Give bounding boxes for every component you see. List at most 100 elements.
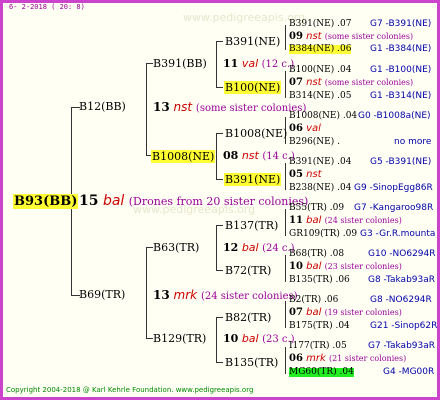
g2-queen-label[interactable]: B1008(NE) [151,150,216,163]
watermark: www.pedigreeapis.org [183,11,306,24]
g4-note: (some sister colonies) [324,78,414,87]
g4-breeder: nst [306,31,322,42]
g4-info: 10 bal (23 sister colonies) [289,262,402,272]
root-queen-info: 15 bal (Drones from 20 sister colonies) [79,194,308,208]
g3-queen-label[interactable]: B391(NE) [225,36,280,47]
g4-top-queen[interactable]: I177(TR) .05 [289,342,347,351]
connector-line [216,133,217,179]
connector-line [216,41,223,42]
g4-bottom-origin: G21 -Sinop62R [370,321,438,331]
g3-queen-label[interactable]: B391(NE) [224,173,282,186]
g4-top-origin: G7 -Takab93aR [368,341,436,351]
connector-line [285,347,286,374]
g4-info: 11 bal (24 sister colonies) [289,216,402,226]
g4-top-origin: G1 -B100(NE) [370,65,432,75]
g2-year: 12 [223,241,239,254]
connector-line [285,25,286,50]
g4-top-origin: G0 -B1008a(NE) [358,111,431,121]
g4-year: 07 [289,77,303,88]
g2-info: 10 bal (23 c.) [223,333,295,345]
connector-line [146,63,153,64]
g2-info: 12 bal (24 c.) [223,242,295,254]
connector-line [216,41,217,87]
g1-breeder: mrk [173,288,198,302]
connector-line [146,338,153,339]
g1-queen-label[interactable]: B12(BB) [79,101,126,112]
g3-queen-label[interactable]: B82(TR) [225,312,271,323]
g4-bottom-queen[interactable]: GR109(TR) .09 [289,230,357,239]
g1-year: 13 [153,288,170,302]
g1-note: (24 sister colonies) [200,291,298,302]
g4-bottom-queen[interactable]: B238(NE) .04 [289,184,351,193]
g4-top-queen[interactable]: B68(TR) .08 [289,250,344,259]
g4-info: 07 nst (some sister colonies) [289,78,413,88]
g4-bottom-queen[interactable]: B314(NE) .05 [289,92,351,101]
g4-year: 06 [289,123,303,134]
g4-info: 07 bal (19 sister colonies) [289,308,402,318]
g4-bottom-origin: G1 -B314(NE) [370,91,432,101]
g4-info: 06 val [289,124,321,134]
connector-line [216,133,223,134]
g4-top-queen[interactable]: B55(TR) .09 [289,204,344,213]
g2-year: 08 [223,149,239,162]
g4-breeder: nst [306,169,322,180]
root-queen-label[interactable]: B93(BB) [13,194,79,209]
g4-top-queen[interactable]: B391(NE) .04 [289,158,351,167]
g4-top-queen[interactable]: B1008(NE) .04 [289,112,357,121]
connector-line [285,301,286,328]
g1-breeder: nst [173,100,193,114]
g4-top-queen[interactable]: B391(NE) .07 [289,20,351,29]
g3-queen-label[interactable]: B137(TR) [225,220,278,231]
g4-top-origin: G8 -NO6294R [370,295,432,305]
g3-queen-label[interactable]: B1008(NE) [225,128,287,139]
g2-breeder: val [241,57,259,70]
g4-breeder: val [306,123,321,134]
connector-line [216,225,223,226]
g4-bottom-queen[interactable]: MG60(TR) .04 [289,368,354,377]
root-year: 15 [79,193,99,209]
g3-queen-label[interactable]: B72(TR) [225,265,271,276]
g4-year: 09 [289,31,303,42]
g4-bottom-queen[interactable]: B296(NE) . [289,138,340,147]
g3-queen-label[interactable]: B135(TR) [225,357,278,368]
connector-line [216,317,217,362]
g4-bottom-origin: G3 -Gr.R.mounta [360,229,436,239]
g2-breeder: bal [241,241,259,254]
g2-queen-label[interactable]: B129(TR) [153,333,206,344]
g4-year: 05 [289,169,303,180]
g2-info: 08 nst (14 c.) [223,150,295,162]
connector-line [216,317,223,318]
connector-line [285,71,286,98]
g4-top-origin: G7 -Kangaroo98R [354,203,434,213]
g4-info: 05 nst [289,170,322,180]
g4-info: 06 mrk (21 sister colonies) [289,354,406,364]
g4-top-queen[interactable]: B2(TR) .06 [289,296,338,305]
g2-year: 10 [223,332,239,345]
g4-bottom-queen[interactable]: B175(TR) .04 [289,322,350,331]
g2-queen-label[interactable]: B391(BB) [153,58,207,69]
g4-note: (some sister colonies) [324,32,414,41]
g4-breeder: bal [306,261,322,272]
connector-line [285,255,286,282]
connector-line [216,362,223,363]
g4-bottom-origin: G8 -Takab93aR [368,275,436,285]
connector-line [285,209,286,236]
g3-queen-label[interactable]: B100(NE) [224,81,282,94]
g4-bottom-origin: G4 -MG00R [383,367,435,377]
g4-note: (19 sister colonies) [324,308,402,317]
g4-breeder: bal [306,215,322,226]
g1-queen-label[interactable]: B69(TR) [79,289,125,300]
g1-year: 13 [153,100,170,114]
g4-note: (23 sister colonies) [324,262,402,271]
g4-info: 09 nst (some sister colonies) [289,32,413,42]
g4-top-queen[interactable]: B100(NE) .04 [289,66,351,75]
g4-bottom-queen[interactable]: B384(NE) .06 [289,45,352,54]
g4-note: (21 sister colonies) [328,354,407,363]
g4-bottom-queen[interactable]: B135(TR) .06 [289,276,350,285]
g4-note: (24 sister colonies) [324,216,402,225]
g2-queen-label[interactable]: B63(TR) [153,242,199,253]
connector-line [146,247,147,338]
date-stamp: 6- 2-2018 ( 20: 8) [9,3,85,11]
g1-info: 13 mrk (24 sister colonies) [153,289,298,302]
g2-breeder: nst [241,149,259,162]
